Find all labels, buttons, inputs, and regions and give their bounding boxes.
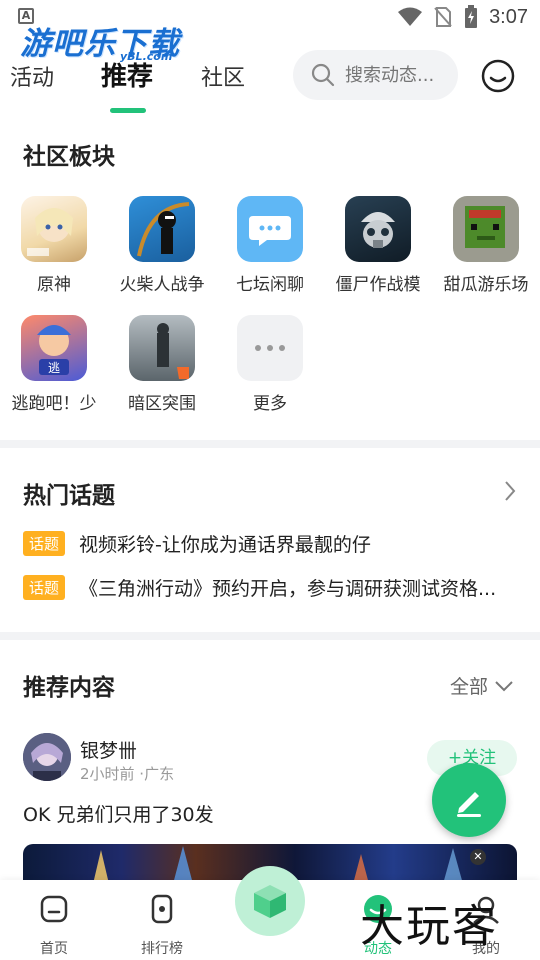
search-input[interactable] [345, 64, 455, 86]
chevron-down-icon [495, 680, 513, 691]
status-time: 3:07 [489, 5, 528, 28]
search-box[interactable] [293, 50, 458, 100]
boards-title: 社区板块 [23, 144, 115, 170]
no-sim-icon [434, 7, 452, 27]
board-label: 七坛闲聊 [236, 275, 304, 295]
topic-item[interactable]: 话题 视频彩铃-让你成为通话界最靓的仔 [23, 530, 523, 557]
board-label: 逃跑吧！少 [11, 394, 97, 414]
message-icon[interactable] [480, 58, 516, 94]
active-tab-indicator [110, 108, 146, 113]
nav-label: 排行榜 [141, 941, 183, 957]
topic-badge: 话题 [23, 531, 66, 556]
topic-badge: 话题 [23, 575, 66, 600]
home-icon [40, 895, 68, 923]
post-meta: 2小时前 ·广东 [80, 765, 175, 783]
board-item-melon[interactable]: 甜瓜游乐场 [432, 196, 540, 295]
board-item-genshin[interactable]: 原神 [0, 196, 108, 295]
board-item-zombie[interactable]: 僵尸作战模 [324, 196, 432, 295]
zombie-mask-icon [345, 196, 411, 262]
board-label: 暗区突围 [128, 394, 196, 414]
board-item-chat[interactable]: 七坛闲聊 [216, 196, 324, 295]
melon-playground-icon [453, 196, 519, 262]
watermark-bottom: 大玩客 [360, 901, 498, 952]
filter-dropdown[interactable]: 全部 [450, 672, 514, 699]
compose-button[interactable] [432, 763, 506, 837]
top-nav: 活动 推荐 社区 [0, 50, 540, 114]
board-label: 僵尸作战模 [335, 275, 421, 295]
nav-ranking[interactable]: 排行榜 [122, 892, 202, 958]
board-item-arena[interactable]: 暗区突围 [108, 315, 216, 414]
wifi-icon [398, 7, 423, 26]
section-divider [0, 440, 540, 448]
escape-game-icon: 逃 [21, 315, 87, 381]
svg-text:逃: 逃 [48, 361, 60, 375]
search-icon [311, 63, 335, 87]
ranking-icon [151, 894, 173, 924]
topic-text: 视频彩铃-让你成为通话界最靓的仔 [79, 534, 371, 556]
board-label: 甜瓜游乐场 [443, 275, 529, 295]
board-item-escape[interactable]: 逃 逃跑吧！少 [0, 315, 108, 414]
post-text[interactable]: OK 兄弟们只用了30发 [23, 800, 214, 827]
stick-war-icon [129, 196, 195, 262]
cube-icon [254, 885, 286, 918]
topic-text: 《三角洲行动》预约开启，参与调研获测试资格... [79, 578, 497, 600]
recommended-title: 推荐内容 [23, 675, 115, 701]
board-label: 原神 [37, 275, 71, 295]
board-item-stick-war[interactable]: 火柴人战争 [108, 196, 216, 295]
avatar[interactable] [23, 733, 71, 781]
section-divider [0, 632, 540, 640]
close-icon[interactable]: ✕ [470, 849, 486, 865]
filter-label: 全部 [450, 676, 489, 698]
battery-charging-icon [465, 5, 478, 28]
board-label: 火柴人战争 [119, 275, 205, 295]
edit-pencil-icon [457, 792, 481, 817]
board-label: 更多 [253, 394, 287, 414]
status-icons: 3:07 [397, 5, 528, 29]
tab-recommend[interactable]: 推荐 [101, 56, 153, 93]
chat-bubble-icon [237, 196, 303, 262]
nav-label: 首页 [40, 941, 68, 957]
chevron-right-icon[interactable] [502, 480, 518, 502]
tab-activity[interactable]: 活动 [10, 60, 54, 92]
nav-home[interactable]: 首页 [14, 892, 94, 958]
nav-center-button[interactable] [235, 866, 305, 936]
genshin-icon [21, 196, 87, 262]
more-icon [237, 315, 303, 381]
topic-item[interactable]: 话题 《三角洲行动》预约开启，参与调研获测试资格... [23, 574, 523, 601]
tab-community[interactable]: 社区 [201, 60, 245, 92]
board-item-more[interactable]: 更多 [216, 315, 324, 414]
post-username[interactable]: 银梦卌 [80, 736, 137, 763]
hot-topics-title: 热门话题 [23, 483, 115, 509]
arena-breakout-icon [129, 315, 195, 381]
